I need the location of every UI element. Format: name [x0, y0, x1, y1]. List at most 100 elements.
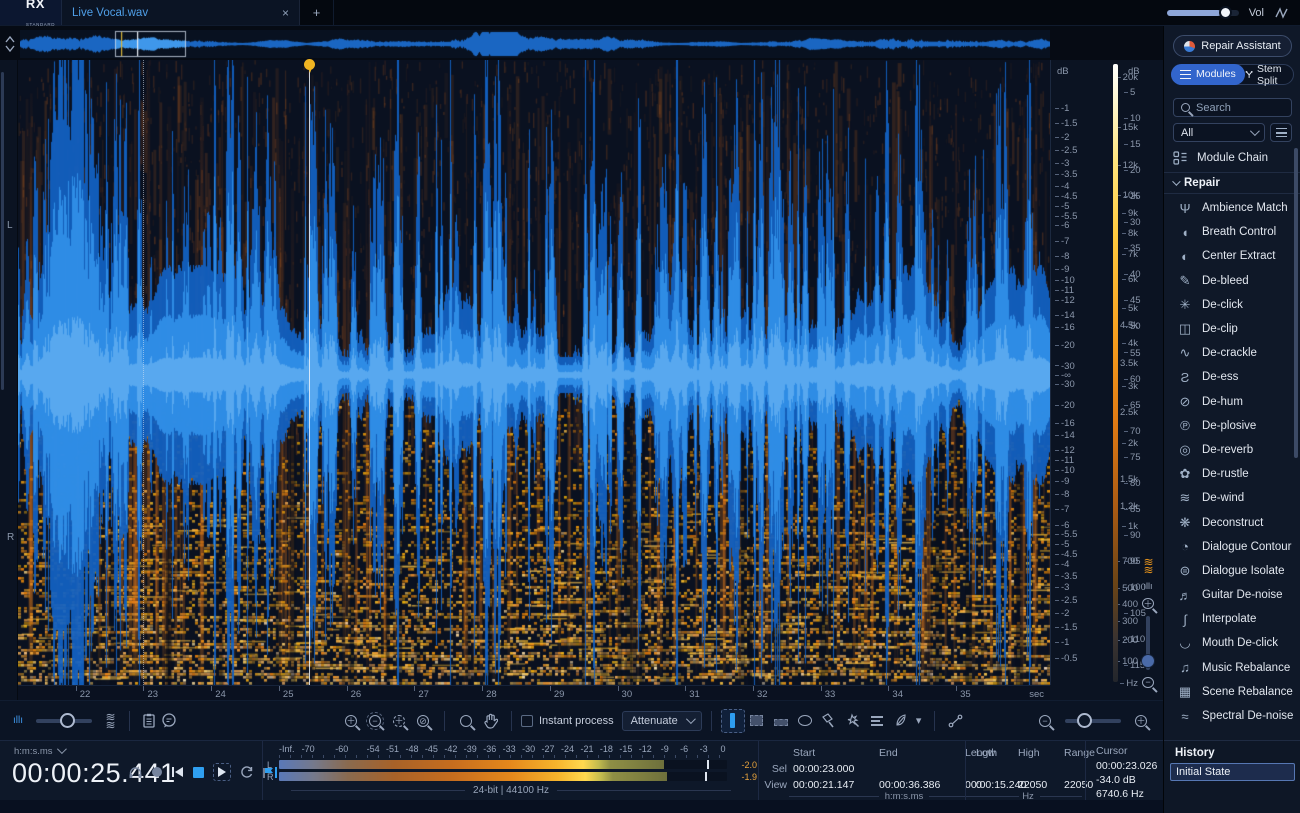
- volume-slider[interactable]: [1167, 10, 1239, 16]
- comments-panel-icon[interactable]: [159, 709, 179, 733]
- module-item-de-reverb[interactable]: ◎De-reverb: [1164, 438, 1297, 462]
- module-item-breath-control[interactable]: ◖Breath Control: [1164, 220, 1297, 244]
- new-tab-button[interactable]: +: [300, 0, 334, 25]
- feather-options-chevron-icon[interactable]: ▾: [913, 709, 925, 733]
- file-tab[interactable]: Live Vocal.wav ×: [62, 0, 300, 25]
- horizontal-zoom-in-icon[interactable]: ＋: [1129, 709, 1153, 733]
- vertical-zoom-in-icon[interactable]: ＋: [1142, 598, 1154, 609]
- legend-tick: 90: [1124, 530, 1141, 541]
- low-value: 0: [976, 779, 1018, 791]
- module-item-de-wind[interactable]: ≋De-wind: [1164, 486, 1297, 510]
- time-selection-tool[interactable]: [721, 709, 745, 733]
- module-item-guitar-de-noise[interactable]: ♬Guitar De-noise: [1164, 583, 1297, 607]
- loop-playback-button[interactable]: [240, 765, 254, 779]
- panel-scrollbar[interactable]: [1294, 148, 1298, 458]
- vertical-zoom-out-icon[interactable]: −: [1142, 677, 1154, 688]
- module-item-de-ess[interactable]: ƧDe-ess: [1164, 365, 1297, 389]
- module-item-dialogue-isolate[interactable]: ⊜Dialogue Isolate: [1164, 559, 1297, 583]
- category-filter-value: All: [1181, 127, 1193, 139]
- module-chain-item[interactable]: Module Chain: [1173, 147, 1292, 169]
- spectrogram-blend-icon[interactable]: ≋≋: [100, 709, 120, 733]
- module-item-de-crackle[interactable]: ∿De-crackle: [1164, 341, 1297, 365]
- blend-slider-knob[interactable]: [60, 713, 75, 728]
- overview-waveform[interactable]: [20, 30, 1050, 58]
- tab-close-icon[interactable]: ×: [282, 6, 289, 20]
- tab-stem-split[interactable]: Stem Split: [1245, 63, 1293, 87]
- playhead-marker[interactable]: [302, 59, 317, 74]
- brush-selection-tool[interactable]: [817, 709, 841, 733]
- amplitude-ruler[interactable]: dB -1-1.5-2-2.5-3-3.5-4-4.5-5-5.5-6-7-8-…: [1050, 60, 1096, 685]
- history-item-initial-state[interactable]: Initial State: [1170, 763, 1295, 781]
- repair-assistant-button[interactable]: Repair Assistant: [1173, 35, 1292, 57]
- waveform-spectrogram-blend-slider[interactable]: [36, 719, 92, 723]
- record-button[interactable]: [152, 767, 162, 777]
- spectrogram-mode-icon[interactable]: ≋≋: [1143, 558, 1152, 574]
- module-item-de-hum[interactable]: ⊘De-hum: [1164, 390, 1297, 414]
- meter-left-label: L: [267, 760, 272, 770]
- volume-slider-knob[interactable]: [1219, 6, 1232, 19]
- process-mode-dropdown[interactable]: Attenuate: [622, 711, 702, 731]
- instant-process-checkbox[interactable]: [521, 715, 533, 727]
- clipboard-panel-icon[interactable]: [139, 709, 159, 733]
- amp-tick: -9: [1055, 476, 1069, 487]
- vertical-zoom-slider[interactable]: [1146, 616, 1150, 670]
- tab-modules[interactable]: Modules: [1171, 64, 1245, 85]
- zoom-time-selection-tool[interactable]: ＋: [387, 709, 411, 733]
- time-unit: sec: [1029, 689, 1044, 700]
- list-view-button[interactable]: [1270, 123, 1292, 142]
- spectrogram-view[interactable]: [18, 60, 1050, 685]
- feather-fade-tool[interactable]: [889, 709, 913, 733]
- time-tick-label: 30: [622, 689, 633, 700]
- horizontal-zoom-knob[interactable]: [1077, 713, 1092, 728]
- module-item-spectral-de-noise[interactable]: ≈Spectral De-noise: [1164, 704, 1297, 728]
- zoom-reset-tool[interactable]: ⊘: [411, 709, 435, 733]
- signal-flow-icon[interactable]: [1274, 6, 1290, 20]
- module-search-field[interactable]: [1173, 98, 1292, 117]
- go-to-start-button[interactable]: [171, 766, 184, 778]
- zoom-in-tool[interactable]: ＋: [339, 709, 363, 733]
- magnify-tool[interactable]: [454, 709, 478, 733]
- module-item-de-click[interactable]: ✳De-click: [1164, 293, 1297, 317]
- connect-points-tool[interactable]: [944, 709, 968, 733]
- lasso-selection-tool[interactable]: [793, 709, 817, 733]
- module-item-scene-rebalance[interactable]: ▦Scene Rebalance: [1164, 680, 1297, 704]
- vertical-scrollbar[interactable]: [1, 72, 4, 390]
- meter-scale-label: -30: [522, 744, 535, 754]
- module-item-dialogue-contour[interactable]: ◔Dialogue Contour: [1164, 535, 1297, 559]
- module-item-center-extract[interactable]: ◐Center Extract: [1164, 244, 1297, 268]
- overview-collapse-control[interactable]: [3, 33, 17, 55]
- module-item-deconstruct[interactable]: ❋Deconstruct: [1164, 510, 1297, 534]
- vertical-zoom-knob[interactable]: [1141, 654, 1155, 668]
- monitor-headphones-icon[interactable]: [128, 765, 143, 779]
- repair-section-header[interactable]: Repair: [1164, 172, 1300, 194]
- repair-assistant-icon: [1184, 41, 1195, 52]
- module-item-mouth-de-click[interactable]: ◡Mouth De-click: [1164, 631, 1297, 655]
- meter-scale-label: -27: [542, 744, 555, 754]
- time-ruler[interactable]: 2223242526272829303132333435sec: [18, 685, 1050, 700]
- magic-wand-tool[interactable]: [841, 709, 865, 733]
- time-format-selector[interactable]: h:m:s.ms: [14, 746, 64, 757]
- search-input[interactable]: [1196, 102, 1276, 114]
- module-item-de-plosive[interactable]: ℗De-plosive: [1164, 414, 1297, 438]
- adjacent-bands-tool[interactable]: [865, 709, 889, 733]
- rx-logo: RX STANDARD: [0, 0, 62, 25]
- hand-grab-tool[interactable]: [478, 709, 502, 733]
- spectrogram-canvas[interactable]: [18, 60, 1050, 685]
- horizontal-zoom-slider[interactable]: [1065, 719, 1121, 723]
- horizontal-zoom-out-icon[interactable]: −: [1033, 709, 1057, 733]
- module-item-de-bleed[interactable]: ✎De-bleed: [1164, 269, 1297, 293]
- module-item-de-rustle[interactable]: ✿De-rustle: [1164, 462, 1297, 486]
- amp-tick: -6: [1055, 220, 1069, 231]
- module-item-interpolate[interactable]: ∫Interpolate: [1164, 607, 1297, 631]
- stop-button[interactable]: [193, 767, 204, 778]
- category-filter-dropdown[interactable]: All: [1173, 123, 1265, 142]
- play-button[interactable]: [213, 763, 231, 781]
- waveform-blend-icon[interactable]: ıllı: [8, 709, 28, 733]
- zoom-selection-tool[interactable]: −: [363, 709, 387, 733]
- module-item-ambience-match[interactable]: ΨAmbience Match: [1164, 196, 1297, 220]
- module-item-music-rebalance[interactable]: ♫Music Rebalance: [1164, 656, 1297, 680]
- frequency-selection-tool[interactable]: [769, 709, 793, 733]
- waveform-mode-icon[interactable]: ıllı: [1144, 581, 1153, 591]
- module-item-de-clip[interactable]: ◫De-clip: [1164, 317, 1297, 341]
- time-frequency-selection-tool[interactable]: [745, 709, 769, 733]
